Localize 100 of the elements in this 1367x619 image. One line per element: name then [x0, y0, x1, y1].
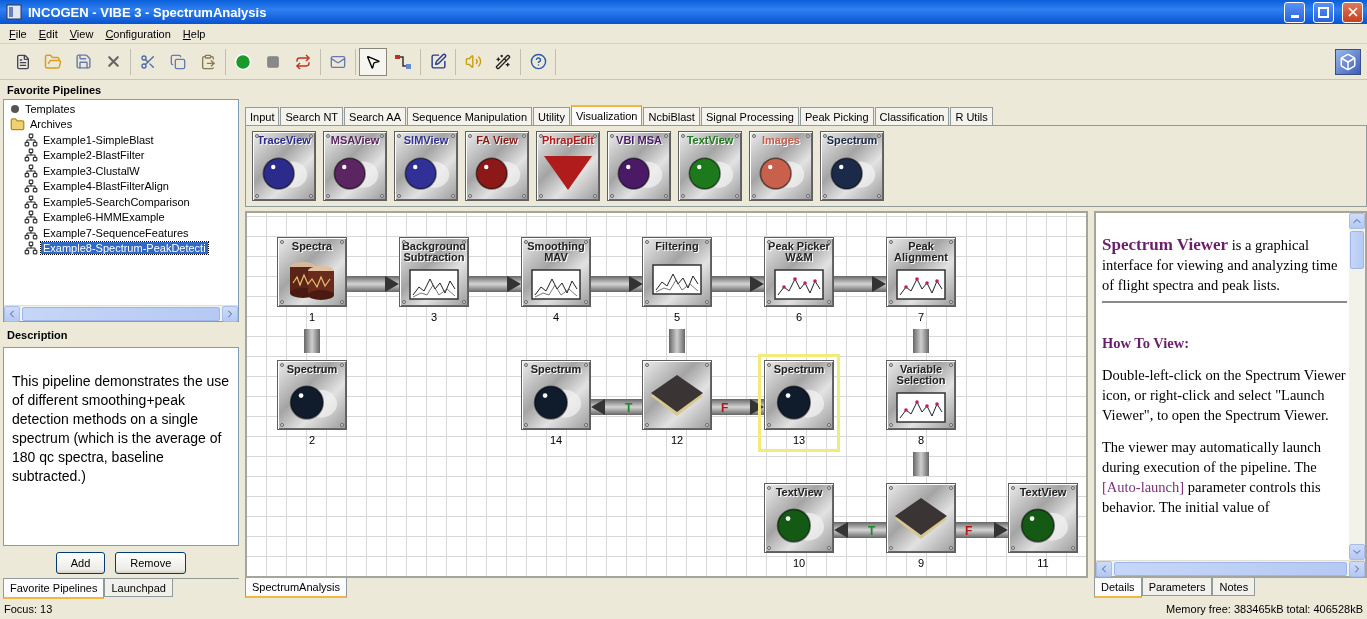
pipeline-node[interactable]: Smoothing MAV 4: [515, 231, 597, 329]
palette-tile[interactable]: MSAView: [323, 131, 387, 201]
palette-tile[interactable]: TraceView: [252, 131, 316, 201]
tree-item[interactable]: Example6-HMMExample: [41, 211, 167, 224]
close-button[interactable]: [1342, 1, 1363, 23]
node-tile[interactable]: Filtering: [642, 237, 712, 307]
tab[interactable]: NcbiBlast: [643, 107, 700, 125]
tab[interactable]: Peak Picking: [800, 107, 874, 125]
node-tile[interactable]: Spectrum: [764, 360, 834, 430]
scroll-right-button[interactable]: [1349, 560, 1365, 577]
tree-item[interactable]: Templates: [23, 102, 78, 115]
node-tile[interactable]: [642, 360, 712, 430]
tree-item[interactable]: Archives: [28, 118, 75, 131]
tab[interactable]: SpectrumAnalysis: [245, 578, 348, 598]
scroll-up-button[interactable]: [1349, 213, 1365, 229]
pipeline-node[interactable]: Spectra 1: [271, 231, 353, 329]
cube-logo-icon[interactable]: [1335, 48, 1361, 75]
minimize-button[interactable]: [1284, 1, 1305, 23]
tab[interactable]: Search AA: [344, 107, 407, 125]
node-number: 3: [430, 311, 438, 323]
pipeline-node[interactable]: Spectrum 13: [758, 354, 840, 452]
tab[interactable]: Favorite Pipelines: [3, 579, 105, 599]
node-tile[interactable]: Peak Alignment: [886, 237, 956, 307]
node-number: 11: [1037, 557, 1049, 569]
menu-item[interactable]: Help: [177, 27, 211, 40]
node-tile[interactable]: Spectra: [277, 237, 347, 307]
node-label: TextView: [1019, 487, 1067, 498]
description-text: This pipeline demonstrates the use of different smoothing+peak detection methods on a single spectrum (which is the average of 180 qc spectra, baseline subtracted.): [3, 347, 239, 546]
tree-item[interactable]: Example5-SearchComparison: [41, 195, 192, 208]
tab[interactable]: R Utils: [950, 107, 993, 125]
tab[interactable]: Input: [245, 107, 280, 125]
node-tile[interactable]: Smoothing MAV: [521, 237, 591, 307]
memory-status: Memory free: 383465kB total: 406528kB: [1166, 602, 1363, 615]
pipeline-node[interactable]: TextView 11: [1002, 477, 1084, 575]
branch-label: T: [868, 524, 876, 538]
scroll-left-button[interactable]: [4, 305, 20, 322]
pipeline-node[interactable]: Peak Picker W&M 6: [758, 231, 840, 329]
pipeline-node[interactable]: 12: [636, 354, 718, 452]
tab[interactable]: Visualization: [570, 105, 643, 125]
pointer-icon[interactable]: [359, 47, 387, 76]
scroll-left-button[interactable]: [1096, 560, 1112, 577]
tab[interactable]: Sequence Manipulation: [407, 107, 532, 125]
scroll-thumb[interactable]: [1350, 231, 1364, 269]
add-button[interactable]: Add: [55, 552, 106, 574]
palette-tile[interactable]: Spectrum: [820, 131, 884, 201]
tile-label: Spectrum: [826, 135, 878, 146]
node-tile[interactable]: Peak Picker W&M: [764, 237, 834, 307]
menu-item[interactable]: View: [64, 27, 99, 40]
parameter-link[interactable]: [Auto-launch]: [1102, 479, 1185, 495]
tab[interactable]: Details: [1094, 578, 1142, 598]
tab[interactable]: Search NT: [280, 107, 344, 125]
pipeline-node[interactable]: 9: [880, 477, 962, 575]
menu-item[interactable]: File: [4, 27, 32, 40]
palette-tile[interactable]: SIMView: [394, 131, 458, 201]
node-tile[interactable]: Spectrum: [521, 360, 591, 430]
pipe: [913, 329, 929, 353]
pipeline-node[interactable]: Filtering 5: [636, 231, 718, 329]
maximize-button[interactable]: [1313, 1, 1334, 23]
tile-label: MSAView: [330, 135, 380, 146]
pipeline-icon: [24, 225, 38, 240]
palette-tile[interactable]: FA View: [465, 131, 529, 201]
tab[interactable]: Launchpad: [104, 579, 173, 597]
node-tile[interactable]: Background Subtraction: [399, 237, 469, 307]
tree-item[interactable]: Example8-Spectrum-PeakDetecti: [41, 242, 208, 255]
tree-item[interactable]: Example2-BlastFilter: [41, 149, 147, 162]
tab[interactable]: Parameters: [1141, 578, 1213, 596]
tab[interactable]: Notes: [1212, 578, 1256, 596]
pipeline-node[interactable]: Spectrum 14: [515, 354, 597, 452]
tab[interactable]: Signal Processing: [700, 107, 799, 125]
scroll-thumb[interactable]: [1114, 561, 1347, 576]
tree-item[interactable]: Example1-SimpleBlast: [41, 133, 156, 146]
branch-label: T: [625, 401, 633, 415]
palette-tile[interactable]: VBI MSA: [607, 131, 671, 201]
scroll-down-button[interactable]: [1349, 544, 1365, 560]
node-tile[interactable]: Variable Selection: [886, 360, 956, 430]
node-number: 5: [673, 311, 681, 323]
tree-item[interactable]: Example7-SequenceFeatures: [41, 226, 191, 239]
remove-button[interactable]: Remove: [115, 552, 187, 574]
tree-item[interactable]: Example3-ClustalW: [41, 164, 142, 177]
node-label: Spectrum: [286, 364, 338, 375]
pipeline-node[interactable]: Variable Selection 8: [880, 354, 962, 452]
pipeline-node[interactable]: Background Subtraction 3: [393, 231, 475, 329]
scroll-right-button[interactable]: [222, 305, 238, 322]
tab[interactable]: Classification: [874, 107, 950, 125]
tab[interactable]: Utility: [533, 107, 570, 125]
node-tile[interactable]: TextView: [1008, 483, 1078, 553]
pipeline-node[interactable]: Peak Alignment 7: [880, 231, 962, 329]
pipeline-node[interactable]: Spectrum 2: [271, 354, 353, 452]
app-icon: [6, 4, 22, 20]
node-number: 8: [917, 434, 925, 446]
node-tile[interactable]: Spectrum: [277, 360, 347, 430]
node-label: TextView: [775, 487, 823, 498]
node-tile[interactable]: [886, 483, 956, 553]
menu-item[interactable]: Configuration: [100, 27, 176, 40]
line-chart-icon: [531, 269, 581, 300]
node-tile[interactable]: TextView: [764, 483, 834, 553]
pipeline-node[interactable]: TextView 10: [758, 477, 840, 575]
tree-item[interactable]: Example4-BlastFilterAlign: [41, 180, 171, 193]
menu-item[interactable]: Edit: [33, 27, 63, 40]
scroll-thumb[interactable]: [22, 306, 220, 321]
